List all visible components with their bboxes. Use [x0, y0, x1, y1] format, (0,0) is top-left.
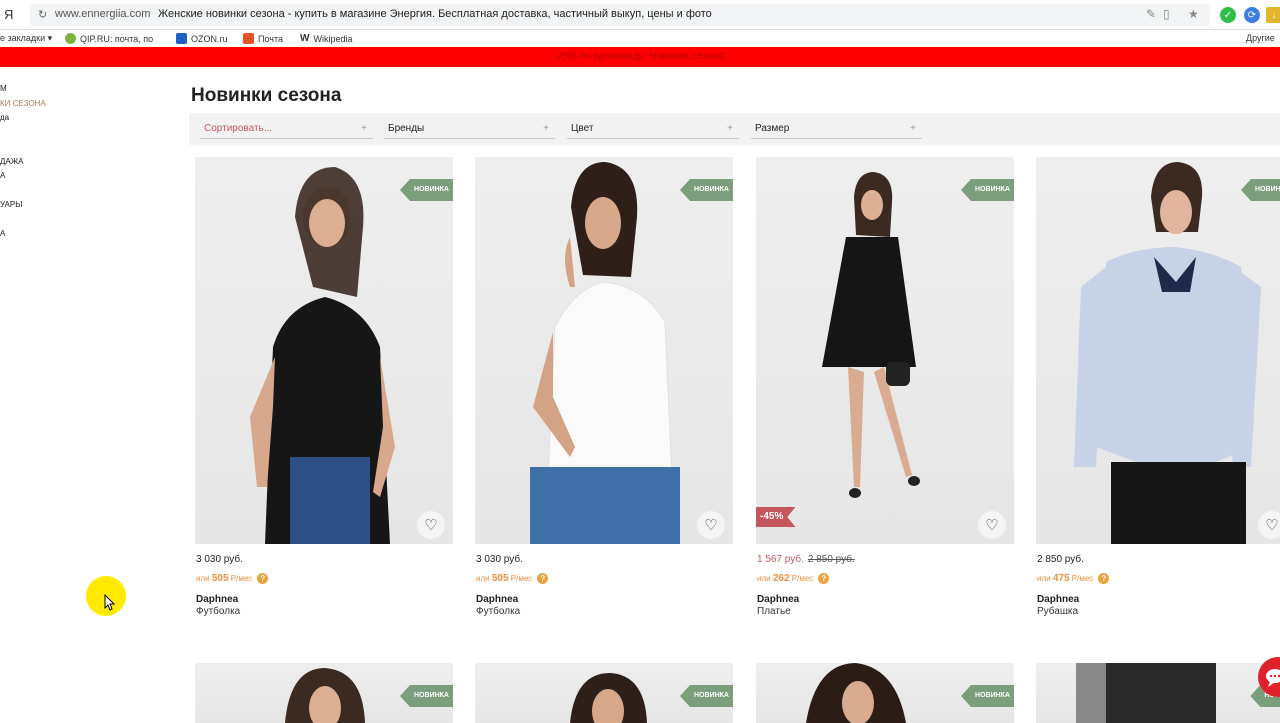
check-extension-icon[interactable]: ✓ [1220, 7, 1236, 23]
old-price: 2 850 руб. [807, 554, 855, 565]
sort-label: Сортировать... [204, 123, 273, 134]
size-filter[interactable]: Размер + [751, 119, 922, 139]
sidebar-item-sale[interactable]: ДАЖА [0, 157, 23, 166]
promo-banner[interactable]: -35% по промокоду "Новинки сезона" [0, 47, 1280, 67]
plus-icon: + [361, 123, 367, 134]
product-image [1076, 663, 1216, 723]
product-brand[interactable]: Daphnea [1037, 594, 1079, 605]
product-image [250, 167, 395, 544]
installment-price: или 475 Р/мес? [1037, 573, 1110, 584]
bookmarks-bar: е закладки ▾ QIP.RU: почта, по OZON.ru П… [0, 30, 1280, 47]
product-photo[interactable]: НОВИН [1036, 663, 1280, 723]
sidebar-item-7[interactable]: А [0, 229, 5, 238]
sale-price: 1 567 руб. [757, 554, 804, 565]
plus-icon: + [910, 123, 916, 134]
save-page-icon[interactable]: ▯ [1163, 7, 1170, 21]
sidebar-item-5[interactable]: А [0, 171, 5, 180]
brands-filter[interactable]: Бренды + [384, 119, 555, 139]
new-badge: НОВИНКА [961, 179, 1014, 201]
filter-bar: Сортировать... + Бренды + Цвет + Размер + [189, 113, 1280, 145]
product-brand[interactable]: Daphnea [757, 594, 799, 605]
product-type[interactable]: Футболка [476, 606, 520, 617]
heart-icon[interactable]: ♡ [1258, 511, 1280, 539]
chat-bubble-icon [1266, 669, 1280, 687]
product-photo[interactable]: НОВИНКА [475, 663, 733, 723]
browser-toolbar: Я ↻ www.ennergiia.com Женские новинки се… [0, 0, 1280, 30]
plus-icon: + [543, 123, 549, 134]
product-price: 1 567 руб. 2 850 руб. [757, 554, 855, 565]
sidebar-item-new-season[interactable]: КИ СЕЗОНА [0, 99, 46, 108]
installment-price: или 505 Р/мес? [476, 573, 549, 584]
new-badge: НОВИНКА [680, 179, 733, 201]
mail-icon [243, 33, 254, 44]
size-label: Размер [755, 123, 790, 134]
product-type[interactable]: Платье [757, 606, 791, 617]
mouse-cursor-icon [104, 594, 116, 611]
bookmark-mail[interactable]: Почта [243, 33, 283, 44]
product-photo[interactable]: НОВИНКА ♡ [475, 157, 733, 544]
chat-widget-button[interactable] [1258, 657, 1280, 697]
bookmark-star-icon[interactable]: ★ [1188, 7, 1199, 21]
sync-extension-icon[interactable]: ⟳ [1244, 7, 1260, 23]
help-icon[interactable]: ? [537, 573, 549, 584]
page-title: Новинки сезона [191, 85, 342, 106]
product-type[interactable]: Футболка [196, 606, 240, 617]
promo-text: -35% по промокоду "Новинки сезона" [553, 51, 727, 62]
product-brand[interactable]: Daphnea [476, 594, 518, 605]
product-price: 3 030 руб. [196, 554, 243, 565]
brands-label: Бренды [388, 123, 425, 134]
edit-icon[interactable]: ✎ [1146, 7, 1156, 21]
sidebar-item-3[interactable]: да [0, 113, 9, 122]
bookmark-folder[interactable]: е закладки ▾ [0, 33, 52, 44]
help-icon[interactable]: ? [1098, 573, 1110, 584]
product-photo[interactable]: НОВИНКА ♡ [1036, 157, 1280, 544]
new-badge: НОВИНКА [400, 179, 453, 201]
new-badge: НОВИНКА [680, 685, 733, 707]
ozon-icon [176, 33, 187, 44]
product-photo[interactable]: НОВИНКА [195, 663, 453, 723]
download-extension-icon[interactable]: ↓ [1266, 7, 1280, 23]
help-icon[interactable]: ? [818, 573, 830, 584]
product-photo[interactable]: НОВИНКА -45% ♡ [756, 157, 1014, 544]
installment-price: или 262 Р/мес? [757, 573, 830, 584]
product-photo[interactable]: НОВИНКА ♡ [195, 157, 453, 544]
sidebar-item-1[interactable]: М [0, 84, 7, 93]
reload-icon[interactable]: ↻ [38, 8, 47, 21]
installment-price: или 505 Р/мес? [196, 573, 269, 584]
heart-icon[interactable]: ♡ [697, 511, 725, 539]
product-image [1074, 162, 1261, 544]
bookmark-wikipedia[interactable]: W Wikipedia [300, 33, 352, 44]
qip-icon [65, 33, 76, 44]
yandex-logo[interactable]: Я [4, 7, 13, 22]
help-icon[interactable]: ? [257, 573, 269, 584]
plus-icon: + [727, 123, 733, 134]
address-page-title[interactable]: Женские новинки сезона - купить в магази… [158, 8, 712, 20]
color-filter[interactable]: Цвет + [567, 119, 739, 139]
product-brand[interactable]: Daphnea [196, 594, 238, 605]
heart-icon[interactable]: ♡ [978, 511, 1006, 539]
product-image [530, 162, 680, 544]
product-price: 3 030 руб. [476, 554, 523, 565]
new-badge: НОВИНКА [961, 685, 1014, 707]
bookmark-ozon[interactable]: OZON.ru [176, 33, 228, 44]
wikipedia-icon: W [300, 33, 310, 44]
product-image [822, 172, 920, 498]
heart-icon[interactable]: ♡ [417, 511, 445, 539]
address-domain[interactable]: www.ennergiia.com [55, 8, 150, 20]
sidebar-item-accessories[interactable]: УАРЫ [0, 200, 22, 209]
other-bookmarks[interactable]: Другие [1246, 33, 1275, 43]
product-price: 2 850 руб. [1037, 554, 1084, 565]
product-photo[interactable]: НОВИНКА [756, 663, 1014, 723]
bookmark-qip[interactable]: QIP.RU: почта, по [65, 33, 153, 44]
sort-dropdown[interactable]: Сортировать... + [200, 119, 373, 139]
color-label: Цвет [571, 123, 594, 134]
product-type[interactable]: Рубашка [1037, 606, 1078, 617]
new-badge: НОВИНКА [400, 685, 453, 707]
